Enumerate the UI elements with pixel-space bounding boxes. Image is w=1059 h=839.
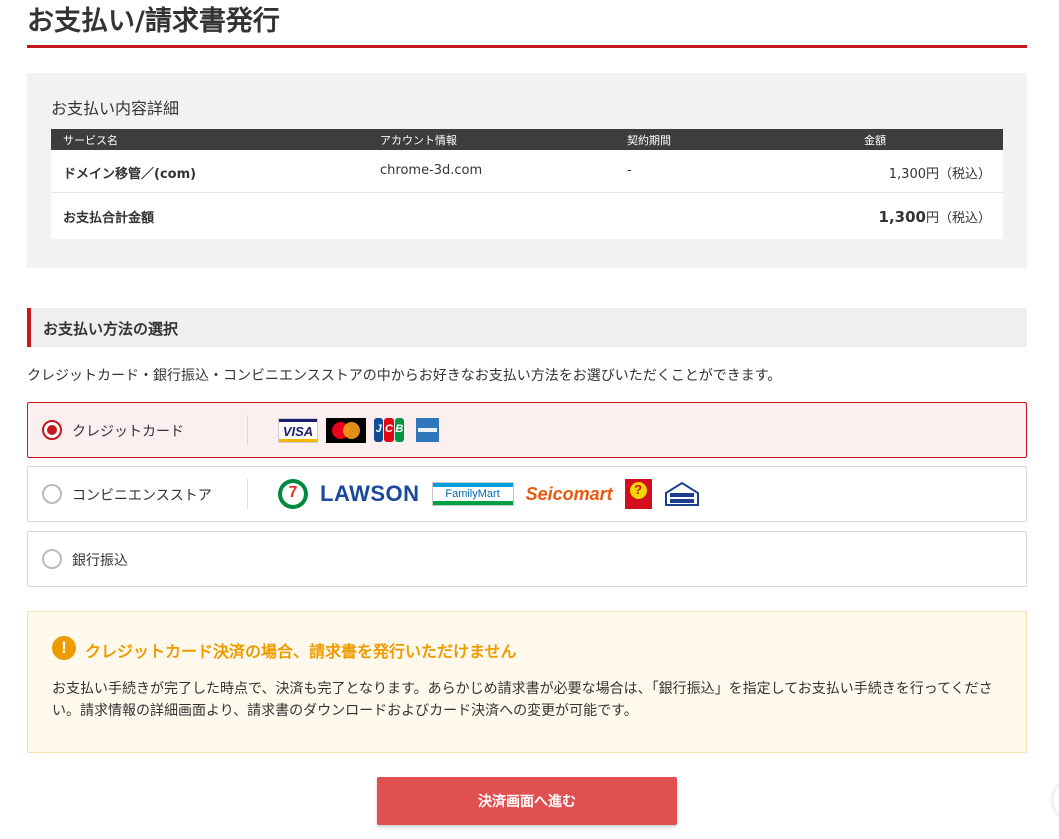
radio-credit-card[interactable] (42, 420, 62, 440)
radio-convenience-store[interactable] (42, 484, 62, 504)
option-convenience-store[interactable]: コンビニエンスストア 7 LAWSON FamilyMart Seicomart… (27, 466, 1027, 522)
familymart-logo-text: FamilyMart (445, 488, 500, 500)
invoice-notice: ! クレジットカード決済の場合、請求書を発行いただけません お支払い手続きが完了… (27, 611, 1027, 753)
jcb-c: C (385, 423, 393, 435)
seven-eleven-logo: 7 (278, 479, 308, 509)
store-logos: 7 LAWSON FamilyMart Seicomart ? (278, 467, 700, 521)
ministop-house-icon (664, 481, 699, 506)
visa-logo: VISA (278, 417, 318, 443)
amex-logo (416, 418, 439, 442)
exclamation-icon: ! (52, 636, 76, 660)
mastercard-logo (326, 417, 366, 443)
daily-logo-text: ? (634, 482, 643, 497)
option-bank-transfer[interactable]: 銀行振込 (27, 531, 1027, 587)
jcb-j: J (375, 423, 382, 435)
account-info: chrome-3d.com (380, 163, 483, 178)
ministop-logo (664, 481, 700, 507)
seicomart-logo: Seicomart (525, 483, 613, 504)
payment-method-heading: お支払い方法の選択 (27, 308, 1027, 347)
notice-title: クレジットカード決済の場合、請求書を発行いただけません (85, 642, 517, 661)
payment-description: クレジットカード・銀行振込・コンビニエンスストアの中からお好きなお支払い方法をお… (27, 368, 782, 384)
radio-bank-transfer[interactable] (42, 549, 62, 569)
payment-details-panel: お支払い内容詳細 サービス名 アカウント情報 契約期間 金額 ドメイン移管／(c… (27, 73, 1027, 268)
familymart-logo: FamilyMart (431, 482, 514, 506)
option-divider (247, 479, 248, 509)
total-amount-value: 1,300 (878, 208, 926, 226)
card-logos: VISA J C B (278, 403, 439, 457)
total-row: お支払合計金額 1,300円（税込） (51, 193, 1003, 239)
notice-body: お支払い手続きが完了した時点で、決済も完了となります。あらかじめ請求書が必要な場… (52, 681, 993, 719)
option-label-bank-transfer: 銀行振込 (72, 553, 128, 569)
service-name: ドメイン移管／(com) (63, 167, 197, 182)
proceed-to-payment-button[interactable]: 決済画面へ進む (377, 777, 677, 825)
header-account: アカウント情報 (380, 134, 457, 147)
option-divider (247, 415, 248, 445)
header-amount: 金額 (864, 134, 886, 147)
visa-logo-text: VISA (282, 423, 314, 439)
table-header: サービス名 アカウント情報 契約期間 金額 (51, 129, 1003, 150)
details-title: お支払い内容詳細 (51, 99, 180, 118)
jcb-logo: J C B (374, 418, 404, 442)
daily-yamazaki-logo: ? (624, 479, 652, 509)
option-credit-card[interactable]: クレジットカード VISA J C B (27, 402, 1027, 458)
header-period: 契約期間 (627, 134, 671, 147)
header-service: サービス名 (63, 134, 118, 147)
option-label-convenience-store: コンビニエンスストア (72, 488, 212, 504)
page-title: お支払い/請求書発行 (27, 0, 1027, 48)
seven-logo-text: 7 (288, 484, 298, 501)
total-label: お支払合計金額 (63, 211, 155, 226)
details-table: サービス名 アカウント情報 契約期間 金額 ドメイン移管／(com) chrom… (51, 129, 1003, 239)
total-amount: 1,300円（税込） (879, 207, 991, 226)
total-amount-suffix: 円（税込） (925, 211, 991, 226)
scroll-top-button[interactable] (1053, 780, 1059, 820)
jcb-b: B (395, 423, 404, 435)
contract-period: - (627, 163, 632, 178)
option-label-credit-card: クレジットカード (72, 424, 184, 440)
table-row: ドメイン移管／(com) chrome-3d.com - 1,300円（税込） (51, 150, 1003, 193)
lawson-logo: LAWSON (320, 481, 420, 506)
row-amount: 1,300円（税込） (888, 167, 991, 182)
section-title: お支払い方法の選択 (43, 320, 179, 338)
